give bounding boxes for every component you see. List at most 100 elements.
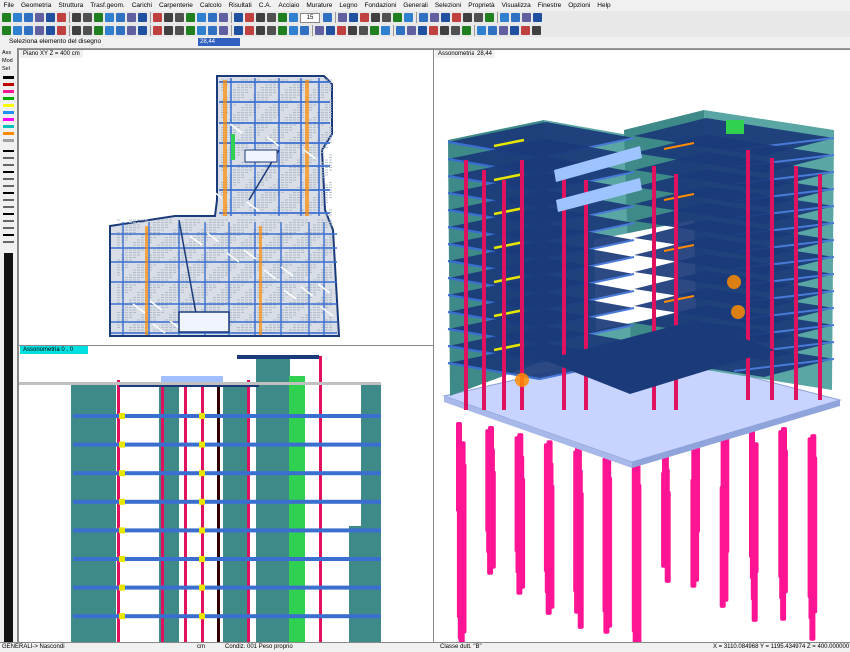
tool-button-icon[interactable] [116,26,125,35]
tool-button-icon[interactable] [138,26,147,35]
tool-button-icon[interactable] [153,13,162,22]
line-style-swatch[interactable] [3,164,14,166]
tool-button-icon[interactable] [451,26,460,35]
elevation-viewport[interactable]: Assonometria 0 , 0 [18,345,434,644]
tool-button-icon[interactable] [186,26,195,35]
tool-button-icon[interactable] [267,26,276,35]
tool-button-icon[interactable] [300,26,309,35]
tool-button-icon[interactable] [278,26,287,35]
menu-item-16[interactable]: Visualizza [498,0,534,11]
tool-button-icon[interactable] [2,13,11,22]
tool-button-icon[interactable] [440,26,449,35]
tool-button-icon[interactable] [289,13,298,22]
layer-color-swatch[interactable] [3,132,14,135]
layer-color-swatch[interactable] [3,97,14,100]
tool-button-icon[interactable] [208,13,217,22]
tool-button-icon[interactable] [219,26,228,35]
menu-item-8[interactable]: C.A. [255,0,275,11]
zoom-field[interactable]: 15 [300,13,320,23]
menu-item-19[interactable]: Help [594,0,614,11]
tool-button-icon[interactable] [186,13,195,22]
tool-button-icon[interactable] [488,26,497,35]
tool-button-icon[interactable] [511,13,520,22]
menu-item-4[interactable]: Carichi [128,0,155,11]
tool-button-icon[interactable] [510,26,519,35]
layer-color-swatch[interactable] [3,76,14,79]
line-style-swatch[interactable] [3,171,14,173]
tool-button-icon[interactable] [116,13,125,22]
tool-button-icon[interactable] [462,26,471,35]
mod-label[interactable]: Mod [2,58,13,64]
layer-color-swatch[interactable] [3,118,14,121]
tool-button-icon[interactable] [407,26,416,35]
line-style-swatch[interactable] [3,192,14,194]
tool-button-icon[interactable] [83,26,92,35]
layer-color-swatch[interactable] [3,125,14,128]
layer-color-swatch[interactable] [3,139,14,142]
tool-button-icon[interactable] [315,26,324,35]
tool-button-icon[interactable] [289,26,298,35]
tool-button-icon[interactable] [175,13,184,22]
tool-button-icon[interactable] [245,26,254,35]
tool-button-icon[interactable] [326,26,335,35]
line-style-swatch[interactable] [3,234,14,236]
line-style-swatch[interactable] [3,227,14,229]
tool-button-icon[interactable] [256,13,265,22]
menu-item-1[interactable]: Geometria [17,0,54,11]
tool-button-icon[interactable] [338,13,347,22]
tool-button-icon[interactable] [35,26,44,35]
tool-button-icon[interactable] [94,13,103,22]
menu-item-13[interactable]: Generali [400,0,432,11]
tool-button-icon[interactable] [138,13,147,22]
menu-item-9[interactable]: Acciaio [275,0,303,11]
menu-item-3[interactable]: Trasf.geom. [87,0,128,11]
tool-button-icon[interactable] [105,13,114,22]
tool-button-icon[interactable] [256,26,265,35]
tool-button-icon[interactable] [57,13,66,22]
layer-color-swatch[interactable] [3,90,14,93]
tool-button-icon[interactable] [371,13,380,22]
tool-button-icon[interactable] [245,13,254,22]
menu-item-14[interactable]: Selezioni [431,0,464,11]
tool-button-icon[interactable] [370,26,379,35]
line-style-swatch[interactable] [3,178,14,180]
tool-button-icon[interactable] [381,26,390,35]
tool-button-icon[interactable] [430,13,439,22]
tool-button-icon[interactable] [234,26,243,35]
tool-button-icon[interactable] [418,26,427,35]
line-style-swatch[interactable] [3,241,14,243]
menu-item-7[interactable]: Risultati [225,0,255,11]
line-style-swatch[interactable] [3,185,14,187]
tool-button-icon[interactable] [153,26,162,35]
tool-button-icon[interactable] [197,13,206,22]
layer-color-swatch[interactable] [3,83,14,86]
tool-button-icon[interactable] [35,13,44,22]
tool-button-icon[interactable] [127,26,136,35]
tool-button-icon[interactable] [164,13,173,22]
vertical-scrollbar[interactable] [4,253,13,643]
menu-item-10[interactable]: Murature [303,0,336,11]
tool-button-icon[interactable] [83,13,92,22]
menu-item-5[interactable]: Carpenterie [155,0,196,11]
menu-item-11[interactable]: Legno [336,0,361,11]
tool-button-icon[interactable] [349,13,358,22]
tool-button-icon[interactable] [278,13,287,22]
tool-button-icon[interactable] [499,26,508,35]
tool-button-icon[interactable] [532,26,541,35]
tool-button-icon[interactable] [500,13,509,22]
tool-button-icon[interactable] [485,13,494,22]
tool-button-icon[interactable] [13,13,22,22]
tool-button-icon[interactable] [57,26,66,35]
line-style-swatch[interactable] [3,220,14,222]
tool-button-icon[interactable] [463,13,472,22]
menu-item-6[interactable]: Calcolo [196,0,225,11]
tool-button-icon[interactable] [127,13,136,22]
line-style-swatch[interactable] [3,206,14,208]
line-style-swatch[interactable] [3,199,14,201]
line-style-swatch[interactable] [3,150,14,152]
menu-item-18[interactable]: Opzioni [565,0,594,11]
tool-button-icon[interactable] [404,13,413,22]
tool-button-icon[interactable] [337,26,346,35]
tool-button-icon[interactable] [360,13,369,22]
prompt-input[interactable]: 28,44 [198,38,240,46]
